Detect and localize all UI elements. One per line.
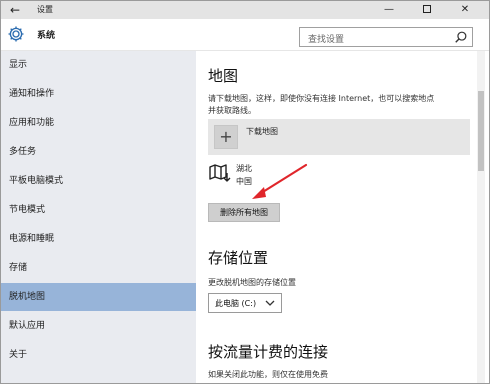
search-placeholder: 查找设置 [308, 35, 345, 45]
gear-icon [8, 26, 24, 42]
search-input[interactable]: 查找设置 [299, 27, 473, 47]
download-maps-label: 下载地图 [246, 127, 278, 136]
sidebar-item-display[interactable]: 显示 [1, 51, 196, 79]
storage-heading: 存储位置 [208, 249, 269, 267]
sidebar: 显示 通知和操作 应用和功能 多任务 平板电脑模式 节电模式 电源和睡眠 存储 … [1, 51, 196, 383]
maps-heading: 地图 [208, 67, 239, 85]
close-button[interactable]: ✕ [447, 1, 483, 19]
settings-header: 系统 查找设置 [1, 19, 489, 51]
main-content: 地图 请下载地图，这样，即使你没有连接 Internet，也可以搜索地点 并获取… [196, 51, 478, 383]
search-icon[interactable] [454, 30, 468, 44]
sidebar-item-about[interactable]: 关于 [1, 341, 196, 369]
storage-location-dropdown[interactable]: 此电脑 (C:) [208, 293, 282, 313]
plus-icon: + [214, 125, 238, 149]
vertical-scrollbar[interactable] [477, 51, 485, 383]
maximize-icon [423, 5, 431, 13]
maps-description-line2: 并获取路线。 [208, 106, 256, 115]
metered-connection-description: 如果关闭此功能，则仅在使用免费 [208, 370, 328, 379]
back-arrow-icon[interactable]: ← [7, 2, 23, 18]
sidebar-item-storage[interactable]: 存储 [1, 254, 196, 282]
chevron-down-icon [265, 300, 275, 306]
sidebar-item-multitasking[interactable]: 多任务 [1, 138, 196, 166]
storage-location-value: 此电脑 (C:) [215, 299, 257, 308]
metered-connection-heading: 按流量计费的连接 [208, 343, 329, 361]
delete-all-maps-button[interactable]: 删除所有地图 [208, 203, 280, 222]
maps-description-line1: 请下载地图，这样，即使你没有连接 Internet，也可以搜索地点 [208, 94, 435, 103]
sidebar-item-battery-saver[interactable]: 节电模式 [1, 196, 196, 224]
title-bar: ← 设置 — ✕ [1, 1, 489, 19]
window-title: 设置 [37, 5, 53, 14]
section-title: 系统 [37, 31, 56, 41]
scrollbar-thumb[interactable] [478, 91, 484, 171]
minimize-button[interactable]: — [371, 1, 407, 19]
sidebar-item-tablet-mode[interactable]: 平板电脑模式 [1, 167, 196, 195]
sidebar-item-apps[interactable]: 应用和功能 [1, 109, 196, 137]
download-maps-button[interactable]: + 下载地图 [208, 119, 470, 155]
storage-description: 更改脱机地图的存储位置 [208, 278, 296, 287]
sidebar-item-offline-maps[interactable]: 脱机地图 [1, 283, 196, 311]
sidebar-item-default-apps[interactable]: 默认应用 [1, 312, 196, 340]
map-download-icon [209, 164, 231, 182]
sidebar-item-power-sleep[interactable]: 电源和睡眠 [1, 225, 196, 253]
sidebar-item-notifications[interactable]: 通知和操作 [1, 80, 196, 108]
maximize-button[interactable] [409, 1, 445, 19]
settings-window: ← 设置 — ✕ 系统 查找设置 显示 通知和操作 应用和功能 多任务 平板电脑 [0, 0, 490, 384]
